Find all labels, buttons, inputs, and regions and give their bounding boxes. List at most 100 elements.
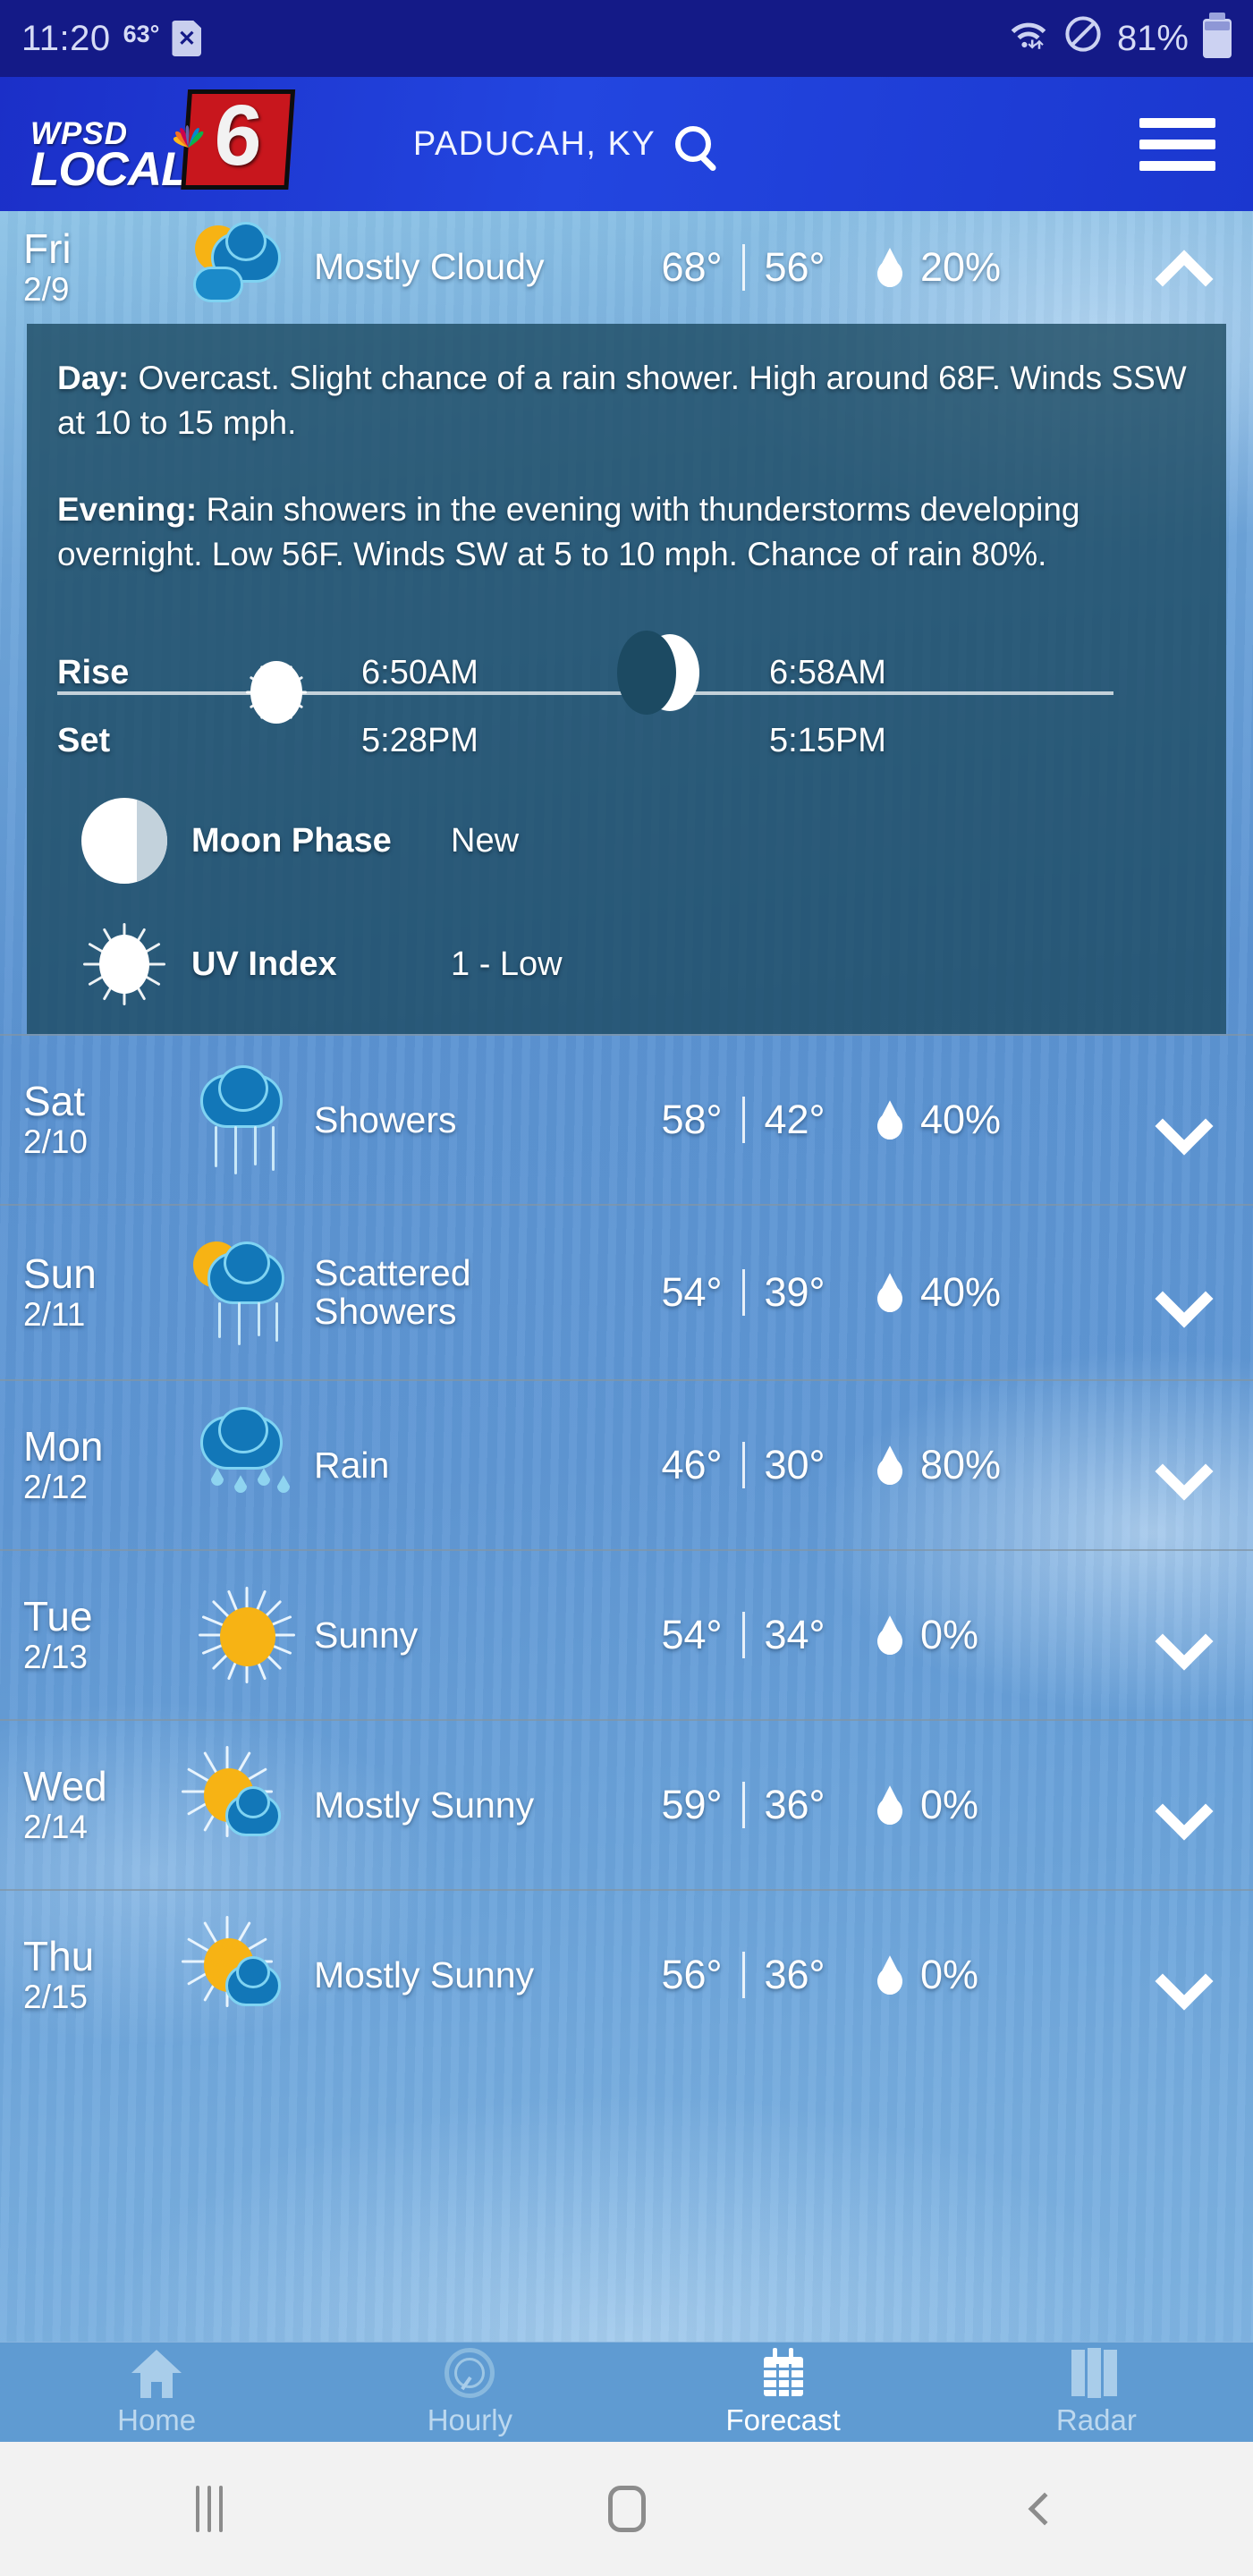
day-date-cell: Fri 2/9 <box>23 227 180 308</box>
day-date: 2/14 <box>23 1809 89 1846</box>
location-search-control[interactable]: PADUCAH, KY <box>412 124 712 164</box>
menu-bar-3 <box>1139 160 1215 171</box>
uv-index-value: 1 - Low <box>451 945 563 983</box>
hamburger-menu-icon[interactable] <box>1132 111 1223 178</box>
sim-card-x-icon: ✕ <box>172 21 202 56</box>
day-forecast-paragraph: Day: Overcast. Slight chance of a rain s… <box>57 356 1196 446</box>
sun-behind-rain-cloud-icon <box>180 1240 314 1346</box>
water-drop-icon <box>877 248 902 287</box>
moon-phase-row: Moon Phase New <box>57 798 1196 885</box>
home-icon <box>131 2348 182 2398</box>
forecast-row-mon[interactable]: Mon 2/12 Rain 46° 30° 80% <box>0 1379 1253 1549</box>
current-location-text: PADUCAH, KY <box>412 124 656 163</box>
temperature-cell: 54° 39° <box>609 1269 877 1317</box>
set-label: Set <box>57 722 111 760</box>
forecast-list: Fri 2/9 Mostly Cloudy 68° 56° 20% Day: O… <box>0 211 1253 2342</box>
map-icon <box>1071 2347 1122 2398</box>
temp-divider <box>741 1269 745 1317</box>
condition-text: Rain <box>314 1444 390 1486</box>
tab-forecast-label: Forecast <box>725 2402 841 2436</box>
precipitation-cell: 0% <box>877 1782 1137 1828</box>
rain-drops-cloud-icon <box>180 1407 314 1518</box>
wpsd-local-6-logo[interactable]: WPSD LOCAL 6 <box>30 88 297 197</box>
precip-percent: 40% <box>920 1097 1002 1143</box>
moon-phase-label: Moon Phase <box>191 821 392 860</box>
day-date-cell: Thu 2/15 <box>23 1935 180 2015</box>
forecast-row-sat[interactable]: Sat 2/10 Showers 58° 42° 40% <box>0 1034 1253 1204</box>
menu-bar-1 <box>1139 117 1215 128</box>
day-date: 2/9 <box>23 270 70 308</box>
day-date-cell: Sun 2/11 <box>23 1252 180 1333</box>
status-bar-left: 11:20 63° ✕ <box>21 19 202 59</box>
day-date: 2/11 <box>23 1296 86 1334</box>
status-bar-right: 81% <box>1008 13 1232 63</box>
temp-divider <box>741 1612 745 1659</box>
day-label: Day: <box>57 360 130 396</box>
home-button[interactable] <box>418 2486 835 2532</box>
low-temp: 36° <box>764 1782 825 1828</box>
low-temp: 36° <box>764 1952 825 1998</box>
back-chevron-icon <box>1028 2492 1061 2526</box>
moonrise-time: 6:58AM <box>769 653 886 691</box>
app-header: WPSD LOCAL 6 PADUCAH, KY <box>0 77 1253 211</box>
do-not-disturb-icon <box>1063 14 1103 63</box>
chevron-down-icon[interactable] <box>1137 1097 1226 1143</box>
tab-home[interactable]: Home <box>0 2348 313 2437</box>
precipitation-cell: 0% <box>877 1952 1137 1998</box>
temperature-cell: 59° 36° <box>609 1782 877 1829</box>
day-of-week: Sat <box>23 1078 86 1125</box>
logo-six-text: 6 <box>210 88 266 183</box>
day-date: 2/12 <box>23 1469 89 1506</box>
chevron-down-icon[interactable] <box>1137 1782 1226 1828</box>
forecast-row-sun[interactable]: Sun 2/11 Scattered Showers 54° 39° 40% <box>0 1204 1253 1379</box>
water-drop-icon <box>877 1785 902 1826</box>
chevron-up-icon[interactable] <box>1137 244 1226 291</box>
evening-forecast-paragraph: Evening: Rain showers in the evening wit… <box>57 487 1196 578</box>
uv-sun-icon <box>57 921 191 1007</box>
back-button[interactable] <box>835 2492 1253 2526</box>
high-temp: 54° <box>661 1612 723 1658</box>
tab-hourly[interactable]: Hourly <box>313 2347 626 2437</box>
rain-cloud-icon <box>180 1065 314 1175</box>
temperature-cell: 46° 30° <box>609 1442 877 1489</box>
moon-phase-value: New <box>451 821 520 860</box>
day-date: 2/10 <box>23 1123 89 1161</box>
chevron-down-icon[interactable] <box>1137 1952 1226 1998</box>
temperature-cell: 68° 56° <box>609 244 877 291</box>
sunset-time: 5:28PM <box>361 722 478 760</box>
forecast-row-thu[interactable]: Thu 2/15 Mostly Sunny 56° 36° 0% <box>0 1889 1253 2059</box>
recents-button[interactable] <box>0 2486 418 2532</box>
nbc-peacock-icon <box>173 125 203 148</box>
temp-divider <box>741 1952 745 1999</box>
bottom-tab-bar: Home Hourly Forecast Radar <box>0 2342 1253 2442</box>
chevron-down-icon[interactable] <box>1137 1612 1226 1658</box>
tab-radar[interactable]: Radar <box>940 2347 1253 2437</box>
recents-icon <box>195 2486 223 2532</box>
low-temp: 42° <box>764 1097 825 1143</box>
sun-moon-times: Rise 6:50AM 6:58AM Set 5:28PM 5:15PM <box>57 623 1196 760</box>
forecast-row-tue[interactable]: Tue 2/13 Sunny 54° 34° 0% <box>0 1549 1253 1719</box>
chevron-down-icon[interactable] <box>1137 1269 1226 1316</box>
forecast-row-wed[interactable]: Wed 2/14 Mostly Sunny 59° 36° 0% <box>0 1719 1253 1889</box>
water-drop-icon <box>877 1100 902 1140</box>
evening-forecast-text: Rain showers in the evening with thunder… <box>57 490 1080 572</box>
precipitation-cell: 80% <box>877 1442 1137 1488</box>
rise-label: Rise <box>57 653 130 691</box>
android-status-bar: 11:20 63° ✕ 81% <box>0 0 1253 77</box>
search-icon[interactable] <box>675 126 712 162</box>
temperature-cell: 58° 42° <box>609 1097 877 1144</box>
tab-home-label: Home <box>117 2402 197 2436</box>
temperature-cell: 56° 36° <box>609 1952 877 1999</box>
chevron-down-icon[interactable] <box>1137 1442 1226 1488</box>
temperature-cell: 54° 34° <box>609 1612 877 1659</box>
tab-forecast[interactable]: Forecast <box>627 2347 940 2437</box>
day-date-cell: Wed 2/14 <box>23 1765 180 1845</box>
precip-percent: 0% <box>920 1952 979 1998</box>
condition-text: Mostly Sunny <box>314 1953 535 1996</box>
logo-local-text: LOCAL <box>30 143 190 197</box>
forecast-row-fri[interactable]: Fri 2/9 Mostly Cloudy 68° 56° 20% <box>0 211 1253 324</box>
sun-behind-cloud-icon <box>180 215 314 320</box>
status-bar-temperature: 63° <box>123 20 160 47</box>
condition-text: Showers <box>314 1098 457 1140</box>
condition-text: Mostly Sunny <box>314 1784 535 1826</box>
